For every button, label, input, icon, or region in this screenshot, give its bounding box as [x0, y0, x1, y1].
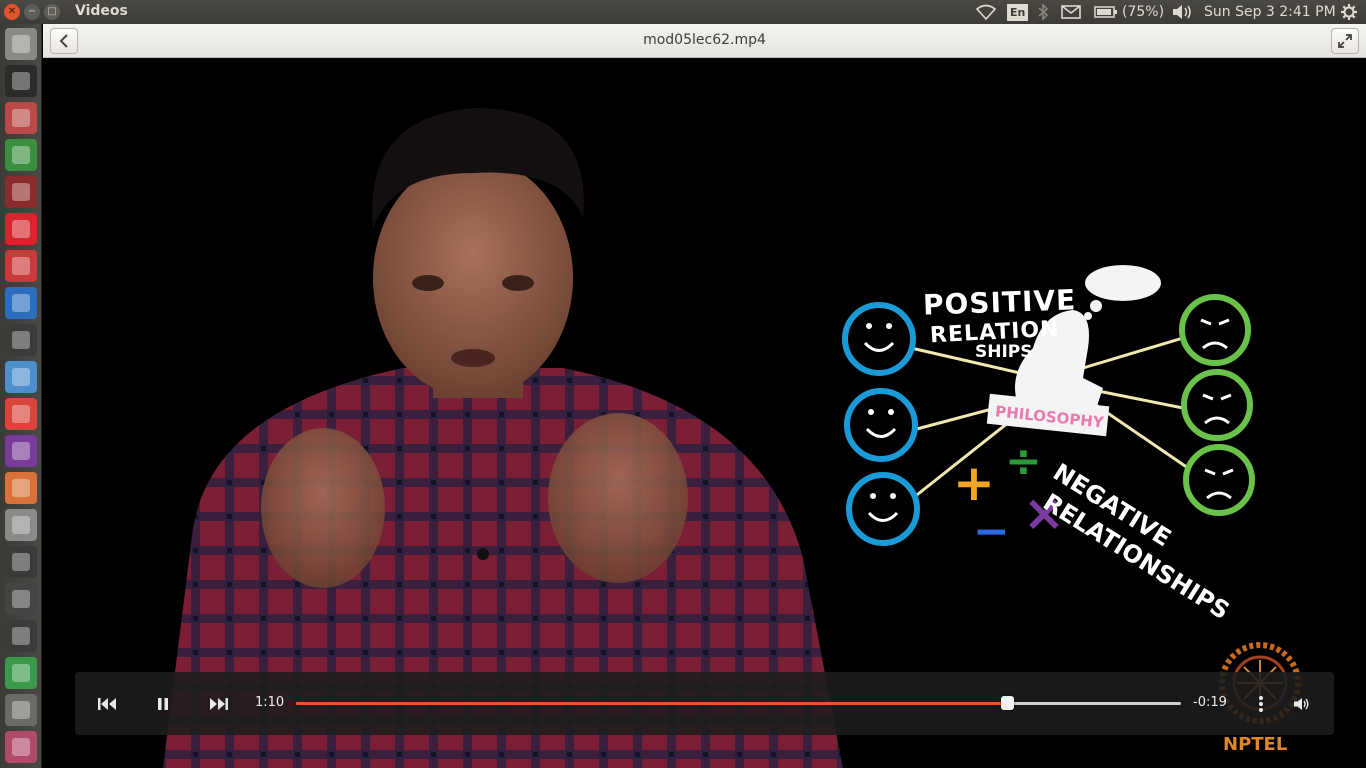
launcher-gmail[interactable]: [5, 398, 37, 430]
wifi-icon[interactable]: [976, 3, 996, 21]
r-icon: [12, 294, 30, 312]
opera-icon: [12, 220, 30, 238]
expand-icon: [1338, 34, 1352, 48]
clapper-icon: [12, 331, 30, 349]
window-close-button[interactable]: ✕: [4, 4, 20, 20]
launcher-video-editor[interactable]: [5, 324, 37, 356]
archive-icon: [12, 109, 30, 127]
label-ships: SHIPS: [975, 342, 1033, 362]
presentation-icon: [12, 479, 30, 497]
launcher-dash-home[interactable]: [5, 28, 37, 60]
volume-icon[interactable]: [1171, 3, 1193, 21]
mail-icon[interactable]: [1061, 3, 1081, 21]
battery-indicator[interactable]: (75%): [1094, 3, 1164, 21]
launcher-gp[interactable]: [5, 620, 37, 652]
operator-divide: ÷: [1005, 436, 1042, 487]
clock[interactable]: Sun Sep 3 2:41 PM: [1204, 3, 1336, 21]
previous-button[interactable]: [95, 692, 119, 716]
gp-icon: [12, 627, 30, 645]
battery-percent: (75%): [1122, 4, 1165, 20]
launcher-files[interactable]: [5, 102, 37, 134]
top-panel: ✕ − □ Videos En (75%) Sun Sep 3 2:41 PM: [0, 0, 1366, 24]
speaker-icon: [1294, 698, 1309, 710]
launcher-chrome[interactable]: [5, 139, 37, 171]
operator-minus: −: [973, 506, 1010, 557]
sublime-icon: [12, 553, 30, 571]
ubuntu-logo-icon: [12, 35, 30, 53]
launcher-viewer[interactable]: [5, 250, 37, 282]
operator-plus: +: [953, 454, 995, 512]
chrome-icon: [12, 146, 30, 164]
drive-icon: [12, 701, 30, 719]
seek-handle[interactable]: [1000, 696, 1014, 710]
pause-icon: [158, 698, 168, 710]
launcher-impress[interactable]: [5, 472, 37, 504]
gmail-icon: [12, 405, 30, 423]
next-button[interactable]: [207, 692, 231, 716]
launcher-more[interactable]: [5, 731, 37, 763]
skip-forward-icon: [210, 698, 228, 710]
nptel-watermark: NPTEL: [1223, 734, 1288, 755]
pencil-icon: [12, 516, 30, 534]
document-icon: [12, 368, 30, 386]
remaining-time: -0:19: [1193, 695, 1227, 710]
slide-diagram: + ÷ − ×: [842, 265, 1255, 557]
film-icon: [12, 442, 30, 460]
player-controls: 1:10 -0:19: [75, 672, 1334, 735]
launcher-text-editor[interactable]: [5, 509, 37, 541]
launcher-r-lang[interactable]: [5, 287, 37, 319]
bluetooth-icon[interactable]: [1037, 3, 1049, 21]
window-minimize-button[interactable]: −: [24, 4, 40, 20]
launcher-terminal[interactable]: [5, 65, 37, 97]
ipython-icon: [12, 590, 30, 608]
elapsed-time: 1:10: [255, 695, 285, 710]
launcher-sublime[interactable]: [5, 546, 37, 578]
volume-button[interactable]: [1289, 692, 1313, 716]
launcher: [0, 24, 42, 768]
seek-progress: [296, 702, 1007, 705]
spreadsheet-icon: [12, 664, 30, 682]
fullscreen-button[interactable]: [1331, 28, 1359, 54]
launcher-ipython[interactable]: [5, 583, 37, 615]
terminal-icon: [12, 72, 30, 90]
skip-back-icon: [98, 698, 116, 710]
system-gear-icon[interactable]: [1340, 3, 1358, 21]
launcher-writer[interactable]: [5, 361, 37, 393]
header-bar: mod05lec62.mp4: [43, 24, 1366, 58]
kebab-menu-icon: [1259, 696, 1263, 712]
app-title: Videos: [75, 3, 128, 19]
launcher-opera[interactable]: [5, 213, 37, 245]
gear-red-icon: [12, 183, 30, 201]
video-frame[interactable]: + ÷ − × POSITIVE RELATION SHIPS PHILOSOP…: [43, 58, 1366, 768]
seek-bar[interactable]: [296, 696, 1181, 710]
keyboard-layout-indicator[interactable]: En: [1007, 3, 1029, 21]
more-options-button[interactable]: [1251, 692, 1271, 716]
battery-icon: [1094, 6, 1117, 18]
file-title: mod05lec62.mp4: [643, 32, 766, 48]
launcher-drive[interactable]: [5, 694, 37, 726]
launcher-app-red[interactable]: [5, 176, 37, 208]
launcher-media[interactable]: [5, 435, 37, 467]
window-maximize-button[interactable]: □: [44, 4, 60, 20]
stack-icon: [12, 738, 30, 756]
pause-button[interactable]: [151, 692, 175, 716]
launcher-calc[interactable]: [5, 657, 37, 689]
document-viewer-icon: [12, 257, 30, 275]
